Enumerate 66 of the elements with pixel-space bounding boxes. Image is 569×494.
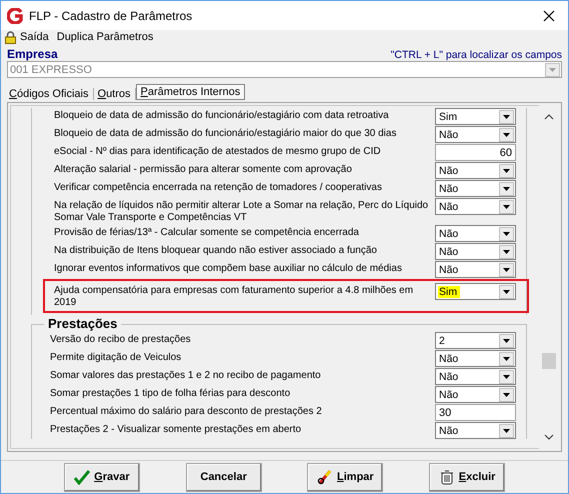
caret-icon	[503, 338, 510, 342]
caret-icon	[503, 186, 510, 190]
dropdown[interactable]: Não	[435, 180, 516, 197]
input-field[interactable]: 30	[435, 404, 516, 421]
company-dropdown[interactable]: 001 EXPRESSO	[7, 61, 562, 78]
action-button[interactable]: Excluir	[429, 462, 506, 492]
parameter-label: Na distribuição de Itens bloquear quando não estiver associado a função	[54, 244, 378, 257]
input-field[interactable]: 60	[435, 144, 516, 161]
dropdown[interactable]: Não	[435, 198, 516, 215]
company-label: Empresa	[7, 47, 58, 61]
parameter-label: Verificar competência encerrada na retenção de tomadores / cooperativas	[54, 181, 383, 194]
dropdown[interactable]: Não	[435, 261, 516, 278]
caret-icon	[549, 68, 556, 72]
dropdown[interactable]: Não	[435, 386, 516, 403]
parameter-label: Na relação de líquidos não permitir alterar Lote a Somar na relação, Perc do Líquido Somar Vale Transporte e Competências VT	[54, 199, 429, 224]
caret-icon	[503, 204, 510, 208]
parameter-label: Bloqueio de data de admissão do funcionário/estagiário maior do que 30 dias	[54, 127, 398, 140]
parameter-label: Somar prestações 1 tipo de folha férias para desconto	[50, 387, 292, 400]
action-button[interactable]: Limpar	[307, 462, 384, 492]
caret-icon	[503, 132, 510, 136]
parameter-label: Somar valores das prestações 1 e 2 no recibo de pagamento	[50, 369, 322, 382]
caret-icon	[503, 392, 510, 396]
dropdown[interactable]: 2	[435, 332, 516, 349]
menu-item[interactable]: Duplica Parâmetros	[56, 31, 154, 43]
caret-icon	[503, 428, 510, 432]
dropdown[interactable]: Sim	[435, 283, 516, 300]
caret-icon	[503, 114, 510, 118]
app-logo-icon	[7, 8, 23, 24]
padlock-icon	[5, 30, 16, 44]
tab[interactable]: Parâmetros Internos	[136, 84, 246, 100]
caret-icon	[503, 168, 510, 172]
caret-icon	[503, 356, 510, 360]
caret-icon	[503, 250, 510, 254]
dropdown[interactable]: Não	[435, 243, 516, 260]
parameter-label: Bloqueio de data de admissão do funcionário/estagiário com data retroativa	[54, 109, 390, 122]
parameter-label: Permite digitação de Veiculos	[50, 351, 182, 364]
caret-icon	[503, 374, 510, 378]
eraser-icon	[317, 469, 334, 485]
caret-icon	[503, 268, 510, 272]
parameter-label: Prestações 2 - Visualizar somente prestações em aberto	[50, 423, 302, 436]
action-button[interactable]: Cancelar	[186, 462, 262, 492]
action-button[interactable]: Gravar	[64, 462, 140, 492]
dropdown[interactable]: Não	[435, 162, 516, 179]
window-title: FLP - Cadastro de Parâmetros	[29, 8, 194, 22]
caret-icon	[503, 232, 510, 236]
trash-icon	[438, 469, 455, 485]
parameter-label: Percentual máximo do salário para desconto de prestações 2	[50, 405, 323, 418]
dropdown[interactable]: Não	[435, 422, 516, 439]
parameter-label: Versão do recibo de prestações	[50, 333, 192, 346]
close-icon	[543, 10, 555, 22]
checkmark-icon	[74, 469, 90, 485]
dropdown[interactable]: Sim	[435, 108, 516, 125]
dropdown[interactable]: Não	[435, 225, 516, 242]
dropdown[interactable]: Não	[435, 368, 516, 385]
parameter-label: Alteração salarial - permissão para alterar somente com aprovação	[54, 163, 353, 176]
parameter-label: Ignorar eventos informativos que compõem base auxiliar no cálculo de médias	[54, 262, 403, 275]
parameter-label: Ajuda compensatória para empresas com faturamento superior a 4.8 milhões em 2019	[54, 284, 414, 309]
menu-item[interactable]: Saída	[5, 30, 49, 44]
parameter-label: eSocial - Nº dias para identificação de atestados de mesmo grupo de CID	[54, 145, 382, 158]
parameter-label: Provisão de férias/13ª - Calcular somente se competência encerrada	[54, 226, 360, 239]
group-title: Prestações	[44, 316, 122, 331]
dropdown[interactable]: Não	[435, 126, 516, 143]
shortcut-hint: "CTRL + L" para localizar os campos	[390, 49, 562, 61]
tab[interactable]: Códigos Oficiais	[5, 88, 94, 100]
caret-icon	[503, 290, 510, 294]
dropdown[interactable]: Não	[435, 350, 516, 367]
